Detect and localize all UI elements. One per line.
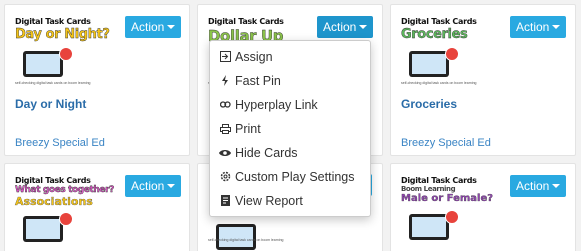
assign-icon: [219, 45, 231, 69]
menu-item-label: Fast Pin: [235, 74, 281, 88]
thumbnail-caption: self-checking digital task cards on boom…: [401, 81, 477, 85]
menu-item-label: View Report: [235, 194, 303, 208]
action-button[interactable]: Action: [510, 175, 566, 197]
menu-item-label: Hyperplay Link: [235, 98, 318, 112]
caret-down-icon: [167, 184, 175, 188]
thumbnail-title: Groceries: [401, 27, 468, 42]
deck-author[interactable]: Breezy Special Ed: [15, 137, 105, 149]
thumbnail-title: Male or Female?: [401, 193, 494, 204]
menu-item-view-report[interactable]: View Report: [210, 189, 370, 213]
menu-item-label: Assign: [235, 50, 273, 64]
thumbnail-caption: self-checking digital task cards on boom…: [15, 81, 91, 85]
thumbnail-subtitle: What goes together?: [15, 185, 115, 195]
tablet-image: [409, 214, 449, 240]
deck-thumbnail[interactable]: Digital Task Cards Day or Night? self-ch…: [15, 15, 111, 87]
tablet-image: [409, 51, 449, 77]
thumbnail-heading: Digital Task Cards: [15, 17, 91, 26]
menu-item-fast-pin[interactable]: Fast Pin: [210, 69, 370, 93]
tablet-image: [23, 51, 63, 77]
action-label: Action: [131, 20, 165, 34]
action-label: Action: [131, 179, 165, 193]
action-button[interactable]: Action: [125, 16, 181, 38]
thumbnail-caption: self-checking digital task cards on boom…: [208, 238, 284, 242]
caret-down-icon: [359, 25, 367, 29]
menu-item-custom-play-settings[interactable]: Custom Play Settings: [210, 165, 370, 189]
thumbnail-title: Day or Night?: [15, 27, 110, 42]
bolt-icon: [219, 69, 231, 93]
deck-thumbnail[interactable]: Digital Task Cards Boom Learning Male or…: [401, 174, 497, 246]
deck-title[interactable]: Groceries: [401, 97, 457, 111]
thumbnail-heading: Digital Task Cards: [15, 176, 91, 185]
caret-down-icon: [552, 25, 560, 29]
deck-grid: Digital Task Cards Day or Night? self-ch…: [0, 0, 581, 251]
action-label: Action: [516, 20, 550, 34]
caret-down-icon: [552, 184, 560, 188]
action-button[interactable]: Action: [125, 175, 181, 197]
deck-card-male-or-female[interactable]: Digital Task Cards Boom Learning Male or…: [390, 163, 576, 251]
action-button[interactable]: Action: [317, 16, 373, 38]
boom-badge-icon: [59, 212, 73, 226]
menu-item-print[interactable]: Print: [210, 117, 370, 141]
action-button[interactable]: Action: [510, 16, 566, 38]
eye-icon: [219, 141, 231, 165]
action-label: Action: [516, 179, 550, 193]
deck-author[interactable]: Breezy Special Ed: [401, 137, 491, 149]
report-icon: [219, 189, 231, 213]
thumbnail-subtitle: Boom Learning: [401, 185, 456, 193]
action-dropdown-menu: Assign Fast Pin Hyperplay Link Print Hid…: [209, 40, 371, 217]
boom-badge-icon: [59, 47, 73, 61]
menu-item-hide-cards[interactable]: Hide Cards: [210, 141, 370, 165]
boom-badge-icon: [445, 210, 459, 224]
thumbnail-heading: Digital Task Cards: [401, 17, 477, 26]
deck-title[interactable]: Day or Night: [15, 97, 86, 111]
thumbnail-title: Associations: [15, 195, 93, 208]
menu-item-label: Custom Play Settings: [235, 170, 355, 184]
deck-card-associations[interactable]: Digital Task Cards What goes together? A…: [4, 163, 190, 251]
deck-card-day-or-night[interactable]: Digital Task Cards Day or Night? self-ch…: [4, 4, 190, 156]
menu-item-hyperplay-link[interactable]: Hyperplay Link: [210, 93, 370, 117]
deck-thumbnail[interactable]: Digital Task Cards What goes together? A…: [15, 174, 115, 246]
menu-item-assign[interactable]: Assign: [210, 45, 370, 69]
link-icon: [219, 93, 231, 117]
tablet-image: [23, 216, 63, 242]
tablet-image: [216, 224, 256, 250]
caret-down-icon: [167, 25, 175, 29]
gear-icon: [219, 165, 231, 189]
menu-item-label: Hide Cards: [235, 146, 298, 160]
action-label: Action: [323, 20, 357, 34]
deck-card-groceries[interactable]: Digital Task Cards Groceries self-checki…: [390, 4, 576, 156]
menu-item-label: Print: [235, 122, 261, 136]
deck-thumbnail[interactable]: Digital Task Cards Groceries self-checki…: [401, 15, 497, 87]
thumbnail-heading: Digital Task Cards: [208, 17, 284, 26]
boom-badge-icon: [445, 47, 459, 61]
print-icon: [219, 117, 231, 141]
thumbnail-heading: Digital Task Cards: [401, 176, 477, 185]
